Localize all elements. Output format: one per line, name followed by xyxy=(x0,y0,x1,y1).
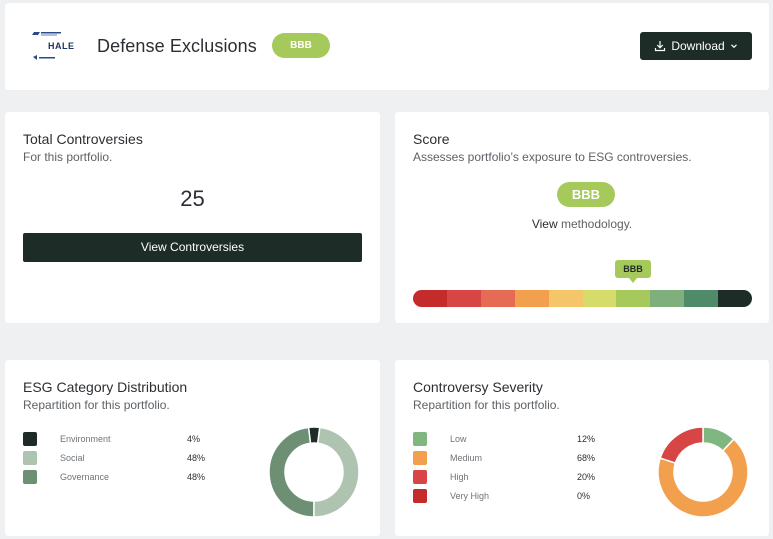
scale-segment xyxy=(413,290,447,307)
card-subtitle: For this portfolio. xyxy=(23,150,113,164)
legend-percent: 20% xyxy=(577,472,596,482)
legend-percent: 48% xyxy=(187,472,206,482)
total-controversies-card: Total Controversies For this portfolio. … xyxy=(5,112,380,323)
legend-percent: 12% xyxy=(577,434,596,444)
legend-item-medium: Medium 68% xyxy=(413,450,613,469)
card-subtitle: Assesses portfolio’s exposure to ESG con… xyxy=(413,150,692,164)
scale-segment xyxy=(650,290,685,307)
legend-item-social: Social 48% xyxy=(23,450,223,469)
severity-legend: Low 12% Medium 68% High 20% Very High 0% xyxy=(413,431,613,507)
legend-label: Low xyxy=(450,434,467,444)
view-methodology-link[interactable]: View xyxy=(532,217,558,231)
legend-label: Social xyxy=(60,453,85,463)
legend-item-governance: Governance 48% xyxy=(23,469,223,488)
controversy-count: 25 xyxy=(180,186,205,211)
legend-label: Medium xyxy=(450,453,483,463)
legend-label: High xyxy=(450,472,469,482)
legend-swatch xyxy=(413,451,427,465)
scale-segment xyxy=(514,290,549,307)
legend-item-very-high: Very High 0% xyxy=(413,488,613,507)
card-title: Score xyxy=(413,131,450,147)
controversy-severity-card: Controversy Severity Repartition for thi… xyxy=(395,360,769,536)
score-marker: BBB xyxy=(615,260,651,283)
legend-swatch xyxy=(23,451,37,465)
esg-distribution-card: ESG Category Distribution Repartition fo… xyxy=(5,360,380,536)
legend-percent: 4% xyxy=(187,434,201,444)
legend-swatch xyxy=(23,432,37,446)
esg-legend: Environment 4% Social 48% Governance 48% xyxy=(23,431,223,488)
company-logo: HALE xyxy=(30,29,80,63)
card-subtitle: Repartition for this portfolio. xyxy=(23,398,170,412)
legend-percent: 0% xyxy=(577,491,591,501)
card-subtitle: Repartition for this portfolio. xyxy=(413,398,560,412)
card-title: Controversy Severity xyxy=(413,379,543,395)
download-label: Download xyxy=(671,39,725,53)
legend-percent: 48% xyxy=(187,453,206,463)
scale-segment xyxy=(718,290,752,307)
page-header: HALE Defense Exclusions BBB Download xyxy=(5,3,769,90)
chevron-down-icon xyxy=(730,42,738,50)
legend-label: Environment xyxy=(60,434,111,444)
methodology-text: View methodology. xyxy=(395,217,769,231)
esg-donut-chart xyxy=(268,426,360,518)
legend-swatch xyxy=(413,489,427,503)
legend-swatch xyxy=(23,470,37,484)
donut-slice-social xyxy=(313,426,360,518)
scale-segment xyxy=(480,290,515,307)
legend-swatch xyxy=(413,432,427,446)
legend-item-low: Low 12% xyxy=(413,431,613,450)
view-controversies-button[interactable]: View Controversies xyxy=(23,233,362,262)
legend-item-high: High 20% xyxy=(413,469,613,488)
methodology-label: methodology. xyxy=(557,217,633,231)
legend-item-environment: Environment 4% xyxy=(23,431,223,450)
legend-swatch xyxy=(413,470,427,484)
download-icon xyxy=(654,40,666,52)
card-title: ESG Category Distribution xyxy=(23,379,188,395)
logo-text: HALE xyxy=(48,41,75,51)
scale-segment xyxy=(548,290,583,307)
page-title: Defense Exclusions xyxy=(97,36,257,56)
legend-label: Very High xyxy=(450,491,490,501)
legend-percent: 68% xyxy=(577,453,596,463)
legend-label: Governance xyxy=(60,472,110,482)
scale-segment xyxy=(684,290,719,307)
scale-segment xyxy=(582,290,617,307)
scale-segment xyxy=(616,290,651,307)
rating-scale-bar xyxy=(413,290,752,307)
score-badge: BBB xyxy=(557,182,615,207)
card-title: Total Controversies xyxy=(23,131,143,147)
donut-slice-governance xyxy=(268,426,315,518)
donut-slice-high xyxy=(659,426,704,464)
rating-badge: BBB xyxy=(272,33,330,58)
score-card: Score Assesses portfolio’s exposure to E… xyxy=(395,112,769,323)
scale-segment xyxy=(446,290,481,307)
download-button[interactable]: Download xyxy=(640,32,752,60)
severity-donut-chart xyxy=(657,426,749,518)
